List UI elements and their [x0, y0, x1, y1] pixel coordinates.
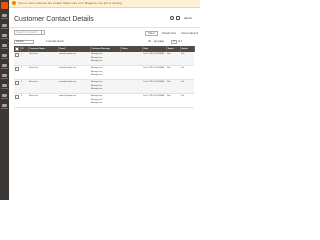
default-view-dropdown[interactable]: Default View [162, 31, 176, 36]
search-icon[interactable] [170, 16, 174, 20]
cell-id: 4 [20, 93, 28, 108]
cell-date: Jun 12, 2019 10:24:36 AM [142, 52, 166, 66]
table-row: 2 Name here name@example.com Message her… [14, 65, 194, 80]
table-row: 3 Name here name@example.com Message her… [14, 79, 194, 94]
cell-phone [120, 93, 142, 108]
search-input[interactable]: Search by keyword [14, 30, 42, 35]
system-notice: One or more indexers are invalid. Make s… [9, 0, 200, 8]
cell-message: Message here Message here Message here [90, 52, 120, 66]
admin-sidebar [0, 0, 9, 200]
edit-link[interactable]: Edit [180, 93, 194, 108]
sales-icon[interactable] [2, 24, 7, 27]
table-row: 1 Name here name@example.com Message her… [14, 52, 194, 66]
content-icon[interactable] [2, 64, 7, 67]
search-icon[interactable] [41, 30, 45, 35]
marketing-icon[interactable] [2, 54, 7, 57]
nav-label-mark [1, 108, 8, 109]
cell-email: name@example.com [58, 93, 90, 108]
cell-name: Name here [28, 65, 58, 80]
nav-label-mark [1, 18, 8, 19]
nav-label-mark [1, 38, 8, 39]
stores-icon[interactable] [2, 84, 7, 87]
records-found-count: 4 records found [46, 40, 64, 43]
edit-link[interactable]: Edit [180, 79, 194, 94]
cell-date: Jun 12, 2019 10:24:36 AM [142, 93, 166, 108]
edit-link[interactable]: Edit [180, 52, 194, 66]
cell-message: Message here Message here Message here [90, 79, 120, 94]
notice-text: One or more indexers are invalid. Make s… [18, 1, 123, 5]
cell-id: 2 [20, 65, 28, 80]
bell-icon[interactable] [176, 16, 180, 20]
catalog-icon[interactable] [2, 34, 7, 37]
cell-phone [120, 65, 142, 80]
per-page-select[interactable]: 20 [148, 40, 151, 44]
mass-actions-select[interactable]: Actions [14, 40, 34, 44]
page-title: Customer Contact Details [14, 16, 94, 23]
cell-email: name@example.com [58, 52, 90, 66]
cell-phone [120, 52, 142, 66]
nav-label-mark [1, 88, 8, 89]
cell-date: Jun 12, 2019 10:24:36 AM [142, 65, 166, 80]
cell-email: name@example.com [58, 79, 90, 94]
export-dropdown[interactable]: Export [191, 31, 198, 36]
nav-label-mark [1, 68, 8, 69]
cell-status: New [166, 93, 180, 108]
filters-button[interactable]: Filters [145, 31, 158, 36]
dashboard-icon[interactable] [2, 14, 7, 17]
cell-status: New [166, 65, 180, 80]
nav-label-mark [1, 28, 8, 29]
columns-dropdown[interactable]: Columns [181, 31, 191, 36]
reports-icon[interactable] [2, 74, 7, 77]
contact-grid: ID Customer Name Email Customer Message … [14, 46, 195, 108]
cell-date: Jun 12, 2019 10:24:36 AM [142, 79, 166, 94]
cell-id: 3 [20, 79, 28, 94]
nav-label-mark [1, 98, 8, 99]
cell-name: Name here [28, 52, 58, 66]
cell-name: Name here [28, 79, 58, 94]
customers-icon[interactable] [2, 44, 7, 47]
header-divider [9, 27, 200, 28]
extensions-icon[interactable] [2, 104, 7, 107]
cell-phone [120, 79, 142, 94]
cell-email: name@example.com [58, 65, 90, 80]
nav-label-mark [1, 58, 8, 59]
table-row: 4 Name here name@example.com Message her… [14, 93, 194, 108]
page-total: of 1 [178, 40, 183, 43]
nav-label-mark [1, 78, 8, 79]
magento-logo-icon[interactable] [1, 2, 8, 9]
per-page-label: per page [154, 40, 164, 43]
cell-message: Message here Message here Message here [90, 65, 120, 80]
cell-name: Name here [28, 93, 58, 108]
warning-icon [12, 1, 16, 5]
cell-message: Message here Message here Message here [90, 93, 120, 108]
nav-label-mark [1, 48, 8, 49]
edit-link[interactable]: Edit [180, 65, 194, 80]
admin-user-menu[interactable]: admin [184, 16, 192, 21]
system-icon[interactable] [2, 94, 7, 97]
cell-id: 1 [20, 52, 28, 66]
cell-status: New [166, 52, 180, 66]
cell-status: New [166, 79, 180, 94]
page-number-input[interactable]: 1 [171, 40, 177, 44]
